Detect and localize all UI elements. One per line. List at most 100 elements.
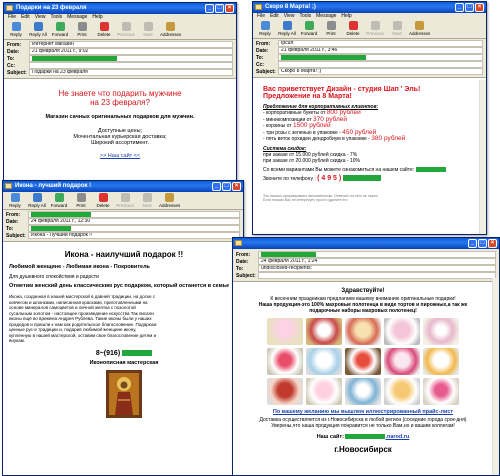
menu-tools[interactable]: Tools (50, 14, 62, 21)
addresses-button[interactable]: Addresses (160, 21, 181, 37)
menu-view[interactable]: View (35, 14, 46, 21)
previous-icon (120, 193, 130, 202)
menu-file[interactable]: File (257, 13, 265, 20)
site-link[interactable]: >> Наш сайт << (4, 153, 236, 159)
scrollbar[interactable] (492, 278, 499, 475)
email-window-march8: Скоро 8 Марта! ;) _ □ × File Edit View Too… (252, 1, 487, 235)
reply-all-button[interactable]: Reply All (27, 192, 47, 208)
redacted-site (345, 434, 386, 440)
menu-message[interactable]: Message (316, 13, 336, 20)
previous-icon (370, 21, 380, 30)
reply-all-icon (282, 21, 292, 30)
title-bar[interactable]: Скоро 8 Марта! ;) _ □ × (253, 2, 486, 13)
description: Икона, созданная в нашей мастерской в да… (9, 294, 157, 343)
next-button[interactable]: Next (387, 20, 407, 36)
redacted-phone (342, 175, 381, 182)
minimize-button[interactable]: _ (212, 182, 221, 191)
printer-icon (77, 22, 87, 31)
maximize-button[interactable]: □ (222, 182, 231, 191)
towel-cake-image (384, 318, 420, 345)
redacted-site (415, 166, 446, 172)
previous-button[interactable]: Previous (115, 192, 135, 208)
menu-edit[interactable]: Edit (270, 13, 279, 20)
scrollbar[interactable] (479, 80, 486, 234)
minimize-button[interactable]: _ (205, 4, 214, 13)
menu-help[interactable]: Help (92, 14, 102, 21)
reply-icon (10, 193, 20, 202)
address-book-icon (165, 22, 175, 31)
reply-button[interactable]: Reply (255, 20, 275, 36)
addresses-button[interactable]: Addresses (159, 192, 180, 208)
satisfaction-note: Уверены,что наша продукция понравится не… (271, 423, 455, 429)
message-header: From: Date: 24 февраля 2011 г., 1:24 To: u… (233, 249, 499, 282)
redacted-email (32, 56, 117, 61)
email-window-icon: Икона - лучший подарок ! _ □ × Reply Reply… (2, 180, 244, 476)
forward-button[interactable]: Forward (299, 20, 319, 36)
minimize-button[interactable]: _ (468, 239, 477, 248)
print-button[interactable]: Print (71, 192, 91, 208)
reply-all-button[interactable]: Reply All (277, 20, 297, 36)
towel-cake-image (384, 348, 420, 375)
menu-bar: File Edit View Tools Message Help (253, 13, 486, 20)
forward-button[interactable]: Forward (50, 21, 70, 37)
menu-tools[interactable]: Tools (299, 13, 311, 20)
close-button[interactable]: × (475, 3, 484, 12)
from-field: Ipcurt (278, 40, 483, 47)
delete-button[interactable]: Delete (343, 20, 363, 36)
maximize-button[interactable]: □ (478, 239, 487, 248)
address-book-icon (414, 21, 424, 30)
towel-cake-image (345, 378, 381, 405)
forward-button[interactable]: Forward (49, 192, 69, 208)
email-window-towels: _ □ × From: Date: 24 февраля 2011 г., 1:24 … (232, 237, 500, 476)
close-button[interactable]: × (225, 4, 234, 13)
close-button[interactable]: × (488, 239, 497, 248)
reply-all-button[interactable]: Reply All (28, 21, 48, 37)
delete-button[interactable]: Delete (94, 21, 114, 37)
towel-cake-image (306, 348, 342, 375)
envelope-icon (255, 4, 262, 10)
shop-description: Магазин сачных оригинальных подарков для… (45, 114, 195, 120)
menu-file[interactable]: File (8, 14, 16, 21)
subject-field (258, 272, 496, 279)
next-button[interactable]: Next (138, 21, 158, 37)
title-bar[interactable]: _ □ × (233, 238, 499, 249)
toolbar: Reply Reply All Forward Print Delete Pre… (3, 192, 243, 210)
maximize-button[interactable]: □ (215, 4, 224, 13)
city: г.Новосибирск (334, 445, 392, 454)
redacted-email (281, 55, 366, 60)
menu-help[interactable]: Help (341, 13, 351, 20)
address-book-icon (164, 193, 174, 202)
title-bar[interactable]: Подарки на 23 февраля _ □ × (4, 3, 236, 14)
print-button[interactable]: Print (72, 21, 92, 37)
site-info: Со всеми вариантами Вы можете ознакомить… (263, 167, 478, 173)
minimize-button[interactable]: _ (455, 3, 464, 12)
print-button[interactable]: Print (321, 20, 341, 36)
delete-button[interactable]: Delete (93, 192, 113, 208)
title-bar[interactable]: Икона - лучший подарок ! _ □ × (3, 181, 243, 192)
reply-button[interactable]: Reply (6, 21, 26, 37)
next-button[interactable]: Next (137, 192, 157, 208)
addresses-button[interactable]: Addresses (409, 20, 430, 36)
next-icon (142, 193, 152, 202)
towel-cake-image (306, 318, 342, 345)
menu-bar: File Edit View Tools Message Help (4, 14, 236, 21)
site-link[interactable]: .narod.ru (385, 434, 409, 440)
date-field: 21 февраля 2011 г., 9:02 (29, 48, 233, 55)
towel-cake-image (267, 378, 303, 405)
close-button[interactable]: × (232, 182, 241, 191)
site-line: Наш сайт: .narod.ru (316, 434, 410, 440)
feature-assortment: Широкий ассортимент. (91, 140, 149, 146)
reply-button[interactable]: Reply (5, 192, 25, 208)
offer-5: - пять веток орхидеи дендробиум в упаков… (263, 135, 406, 142)
product-line-2: подарочные наборы махровых полотенец! (309, 308, 417, 314)
previous-button[interactable]: Previous (116, 21, 136, 37)
previous-button[interactable]: Previous (365, 20, 385, 36)
reply-all-icon (33, 22, 43, 31)
maximize-button[interactable]: □ (465, 3, 474, 12)
price-list-link[interactable]: По вашему желанию мы вышлем иллюстрирова… (237, 409, 489, 415)
menu-message[interactable]: Message (67, 14, 87, 21)
menu-edit[interactable]: Edit (21, 14, 30, 21)
menu-view[interactable]: View (284, 13, 295, 20)
toolbar: Reply Reply All Forward Print Delete Pre… (253, 20, 486, 39)
message-body: Вас приветствует Дизайн - студия Шап ' Э… (253, 78, 486, 234)
